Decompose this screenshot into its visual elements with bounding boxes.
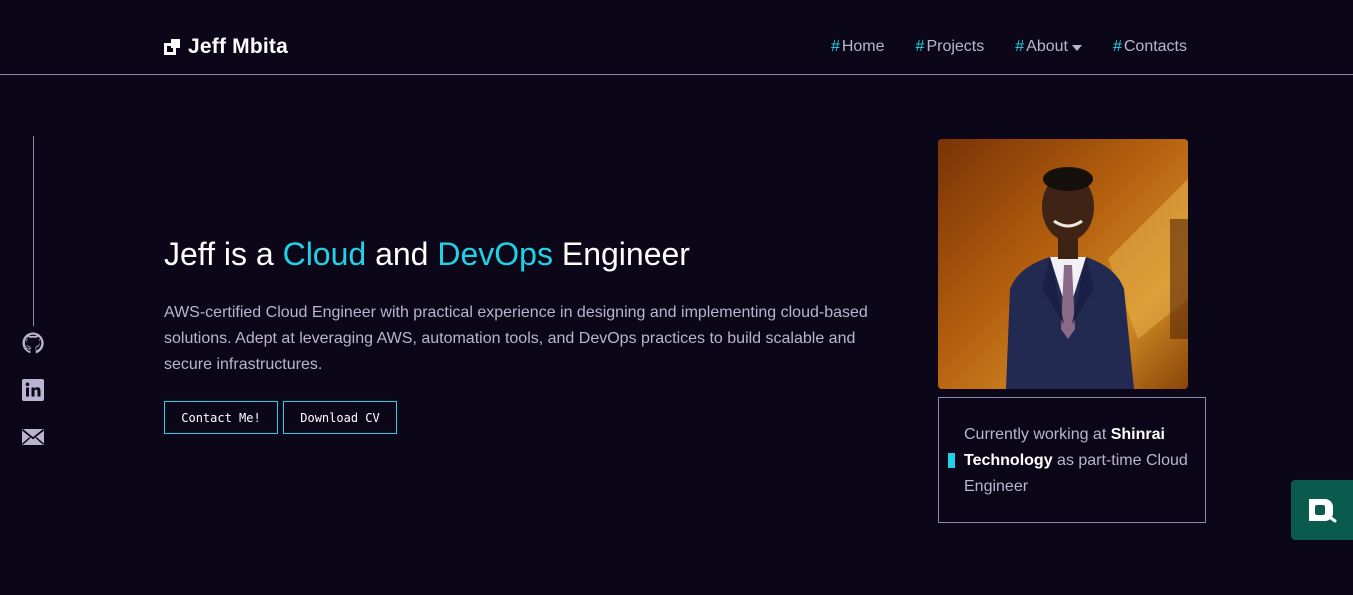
caret-down-icon xyxy=(1071,45,1082,51)
hero-title-suffix: Engineer xyxy=(552,236,690,272)
github-icon xyxy=(22,332,44,354)
hero-title-mid: and xyxy=(366,236,438,272)
nav-item-label: About xyxy=(1026,38,1068,55)
profile-photo xyxy=(938,139,1188,389)
nav-item-label: Contacts xyxy=(1123,38,1187,55)
linkedin-icon xyxy=(22,379,44,401)
main-nav: # Home # Projects # About # Contacts xyxy=(831,38,1187,56)
chat-widget-button[interactable] xyxy=(1291,480,1353,540)
portrait-illustration xyxy=(938,139,1188,389)
github-link[interactable] xyxy=(21,331,45,355)
nav-item-about[interactable]: # About xyxy=(1015,38,1082,56)
nav-hash: # xyxy=(1112,38,1122,55)
chat-icon xyxy=(1309,499,1337,523)
nav-hash: # xyxy=(830,38,840,55)
linkedin-link[interactable] xyxy=(21,378,45,402)
nav-item-projects[interactable]: # Projects xyxy=(916,38,985,56)
status-text: Currently working at Shinrai Technology … xyxy=(964,422,1199,500)
nav-item-label: Projects xyxy=(926,38,985,55)
brand[interactable]: Jeff Mbita xyxy=(164,35,288,59)
hero-title-accent-devops: DevOps xyxy=(437,236,553,272)
hero-title: Jeff is a Cloud and DevOps Engineer xyxy=(164,236,690,273)
portfolio-page: Jeff Mbita # Home # Projects # About # C… xyxy=(0,0,1353,595)
hero-description: AWS-certified Cloud Engineer with practi… xyxy=(164,304,868,373)
status-marker xyxy=(948,453,955,468)
mail-icon xyxy=(21,429,45,445)
brand-name: Jeff Mbita xyxy=(188,35,289,58)
hero-title-accent-cloud: Cloud xyxy=(282,236,367,272)
contact-me-button[interactable]: Contact Me! xyxy=(164,401,278,434)
current-work-card: Currently working at Shinrai Technology … xyxy=(938,397,1206,523)
nav-item-home[interactable]: # Home xyxy=(831,38,885,56)
status-prefix: Currently working at xyxy=(964,426,1111,443)
site-header: Jeff Mbita # Home # Projects # About # C… xyxy=(0,0,1353,75)
nav-hash: # xyxy=(915,38,925,55)
mail-link[interactable] xyxy=(21,425,45,449)
nav-item-label: Home xyxy=(841,38,885,55)
social-rail-line xyxy=(33,136,34,326)
download-cv-button[interactable]: Download CV xyxy=(283,401,397,434)
nav-item-contacts[interactable]: # Contacts xyxy=(1113,38,1187,56)
nav-hash: # xyxy=(1015,38,1025,55)
logo-icon xyxy=(164,39,180,55)
hero-title-prefix: Jeff is a xyxy=(164,236,283,272)
